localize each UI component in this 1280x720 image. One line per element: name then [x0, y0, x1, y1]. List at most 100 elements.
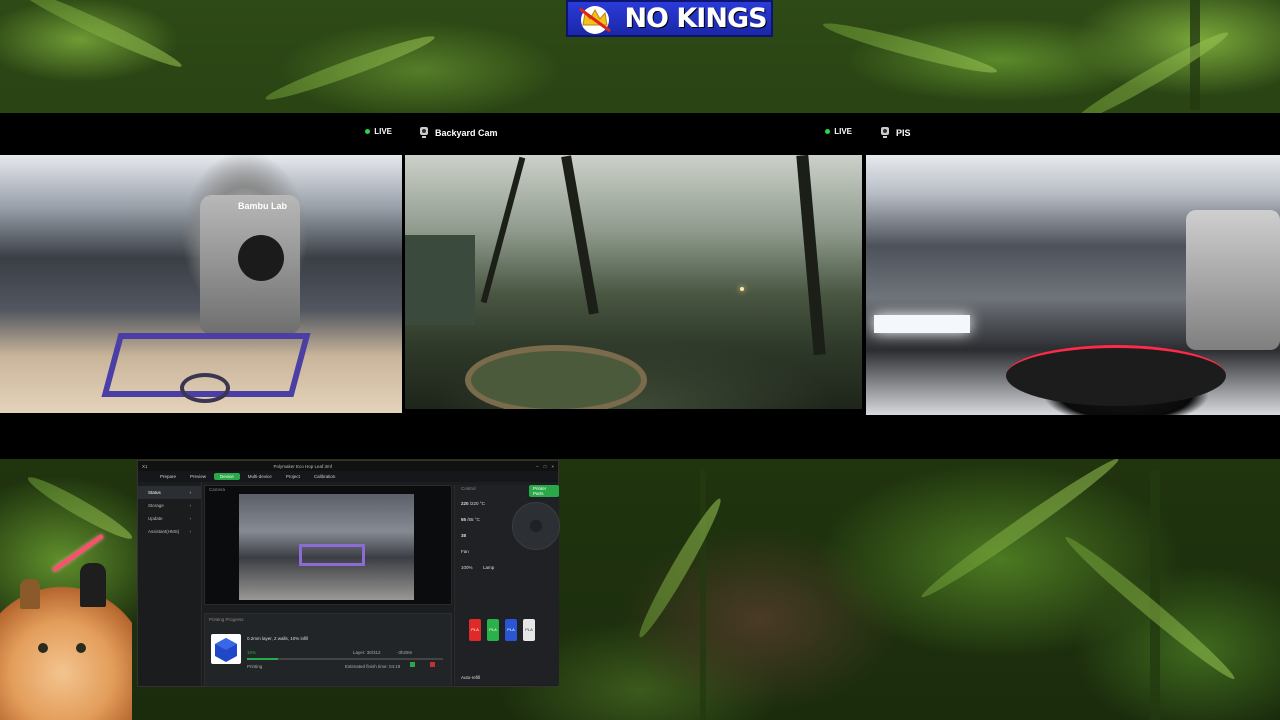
sidebar-item-label: Update	[148, 516, 163, 521]
camera-header: PIS	[866, 113, 1280, 153]
sidebar-item-storage[interactable]: Storage ›	[138, 499, 201, 512]
nozzle-temp-value: 220	[461, 501, 469, 506]
window-controls: – □ ×	[536, 464, 554, 469]
ams-slot-label: PLA	[489, 627, 497, 632]
sidebar-item-update[interactable]: Update ›	[138, 512, 201, 525]
nozzle-temp[interactable]: 220 /220 °C	[461, 501, 485, 506]
chamber-temp: 38	[461, 533, 466, 538]
printing-progress-panel: Printing Progress 0.2mm layer, 2 walls, …	[204, 613, 452, 687]
camera-header: Backyard Cam LIVE	[405, 113, 862, 153]
cat-eye	[76, 643, 86, 653]
bed-temp-target: /55 °C	[467, 517, 480, 522]
axis-control-pad[interactable]	[512, 502, 560, 550]
chamber-temp-value: 38	[461, 533, 467, 538]
crown-icon	[572, 3, 618, 35]
sidebar-item-label: Assistant(HMS)	[148, 529, 180, 534]
device-name: X1	[142, 463, 148, 469]
printer-brand-label: Bambu Lab	[238, 201, 288, 211]
ams-slot-4[interactable]: PLA	[523, 619, 535, 641]
ams-slot-1[interactable]: PLA	[469, 619, 481, 641]
live-label: LIVE	[834, 127, 852, 136]
camera-title: Backyard Cam	[435, 128, 498, 138]
camera-header: LIVE	[0, 113, 402, 153]
progress-bar-fill	[247, 658, 279, 660]
auto-refill-label[interactable]: Auto-refill	[461, 675, 480, 680]
layer-count: Layer: 30/312	[353, 650, 381, 655]
chevron-right-icon: ›	[189, 516, 192, 521]
print-bowl	[1006, 345, 1226, 406]
tab-multi-device[interactable]: Multi-device	[242, 473, 278, 480]
tab-device[interactable]: Device	[214, 473, 240, 480]
print-state: Printing	[247, 664, 263, 669]
printer-parts-button[interactable]: Printer Parts	[529, 485, 559, 497]
jedi-figure	[20, 579, 40, 609]
live-indicator: LIVE	[365, 127, 392, 136]
minimize-icon[interactable]: –	[536, 464, 539, 469]
model-thumbnail	[211, 634, 241, 664]
lamp-label[interactable]: Lamp	[483, 565, 494, 570]
finish-time: Estimated finish time: 04:19	[345, 664, 401, 669]
light-bar	[874, 315, 970, 333]
job-description: 0.2mm layer, 2 walls, 10% infill	[247, 636, 309, 641]
ams-slot-label: PLA	[507, 627, 515, 632]
webcam-icon	[420, 127, 428, 138]
live-indicator: LIVE	[825, 127, 852, 136]
speed-value[interactable]: 100%	[461, 565, 473, 570]
tab-calibration[interactable]: Calibration	[308, 473, 342, 480]
camera-tile-backyard[interactable]: Backyard Cam LIVE	[405, 113, 862, 459]
cat-eye	[38, 643, 48, 653]
fan-label[interactable]: Fan	[461, 549, 469, 554]
live-dot-icon	[365, 129, 371, 134]
camera-title-wrap: PIS	[866, 127, 911, 139]
ams-slot-2[interactable]: PLA	[487, 619, 499, 641]
bambu-studio-window[interactable]: X1 Polymaker Eco Hop Leaf.3mf – □ × Prep…	[137, 460, 560, 687]
ams-slot-label: PLA	[525, 627, 533, 632]
sidebar-item-label: Status	[148, 490, 161, 495]
nozzle-temp-target: /220 °C	[469, 501, 485, 506]
print-object	[299, 544, 365, 566]
darth-vader-figure	[80, 563, 106, 607]
chevron-right-icon: ›	[189, 490, 192, 495]
sidebar-item-status[interactable]: Status ›	[138, 486, 201, 499]
home-button[interactable]	[530, 520, 542, 532]
stop-button[interactable]	[430, 662, 435, 667]
ams-slot-3[interactable]: PLA	[505, 619, 517, 641]
camera-panel-label: Camera	[209, 487, 226, 492]
camera-title: PIS	[896, 128, 911, 138]
tab-preview[interactable]: Preview	[184, 473, 212, 480]
tab-project[interactable]: Project	[280, 473, 306, 480]
cube-icon	[215, 638, 237, 662]
house-wall	[405, 235, 475, 325]
toolhead-fan-icon	[238, 235, 284, 281]
title-bar: X1 Polymaker Eco Hop Leaf.3mf – □ ×	[138, 461, 558, 471]
maximize-icon[interactable]: □	[544, 464, 547, 469]
camera-tile-pis[interactable]: PIS	[866, 113, 1280, 459]
close-icon[interactable]: ×	[551, 464, 554, 469]
chevron-right-icon: ›	[189, 529, 192, 534]
camera-feed	[866, 155, 1280, 415]
chevron-right-icon: ›	[189, 503, 192, 508]
sidebar-item-label: Storage	[148, 503, 164, 508]
time-remaining: -3h29m	[397, 650, 413, 655]
bed-temp[interactable]: 55 /55 °C	[461, 517, 480, 522]
tree-trunk	[480, 156, 526, 304]
bamboo-stalk	[1150, 470, 1160, 720]
progress-percent: 16%	[247, 650, 257, 655]
progress-header: Printing Progress	[209, 617, 244, 622]
tab-prepare[interactable]: Prepare	[154, 473, 182, 480]
camera-strip: LIVE Bambu Lab Backyard Cam LIVE PIS	[0, 113, 1280, 459]
no-kings-banner: NO KINGS	[566, 0, 773, 37]
camera-title-wrap: Backyard Cam	[405, 127, 498, 139]
sidebar-item-assistant[interactable]: Assistant(HMS) ›	[138, 525, 201, 538]
tree-trunk	[561, 155, 599, 315]
tree-trunk	[796, 155, 826, 356]
live-dot-icon	[825, 129, 831, 134]
camera-tile-printer[interactable]: LIVE Bambu Lab	[0, 113, 402, 459]
device-camera-panel[interactable]: Camera	[204, 485, 452, 605]
ams-slot-label: PLA	[471, 627, 479, 632]
sidebar: Status › Storage › Update › Assistant(HMS) ›	[138, 482, 202, 686]
toolhead: Bambu Lab	[200, 195, 300, 335]
progress-bar	[247, 658, 443, 660]
pause-button[interactable]	[410, 662, 415, 667]
bed-temp-value: 55	[461, 517, 467, 522]
